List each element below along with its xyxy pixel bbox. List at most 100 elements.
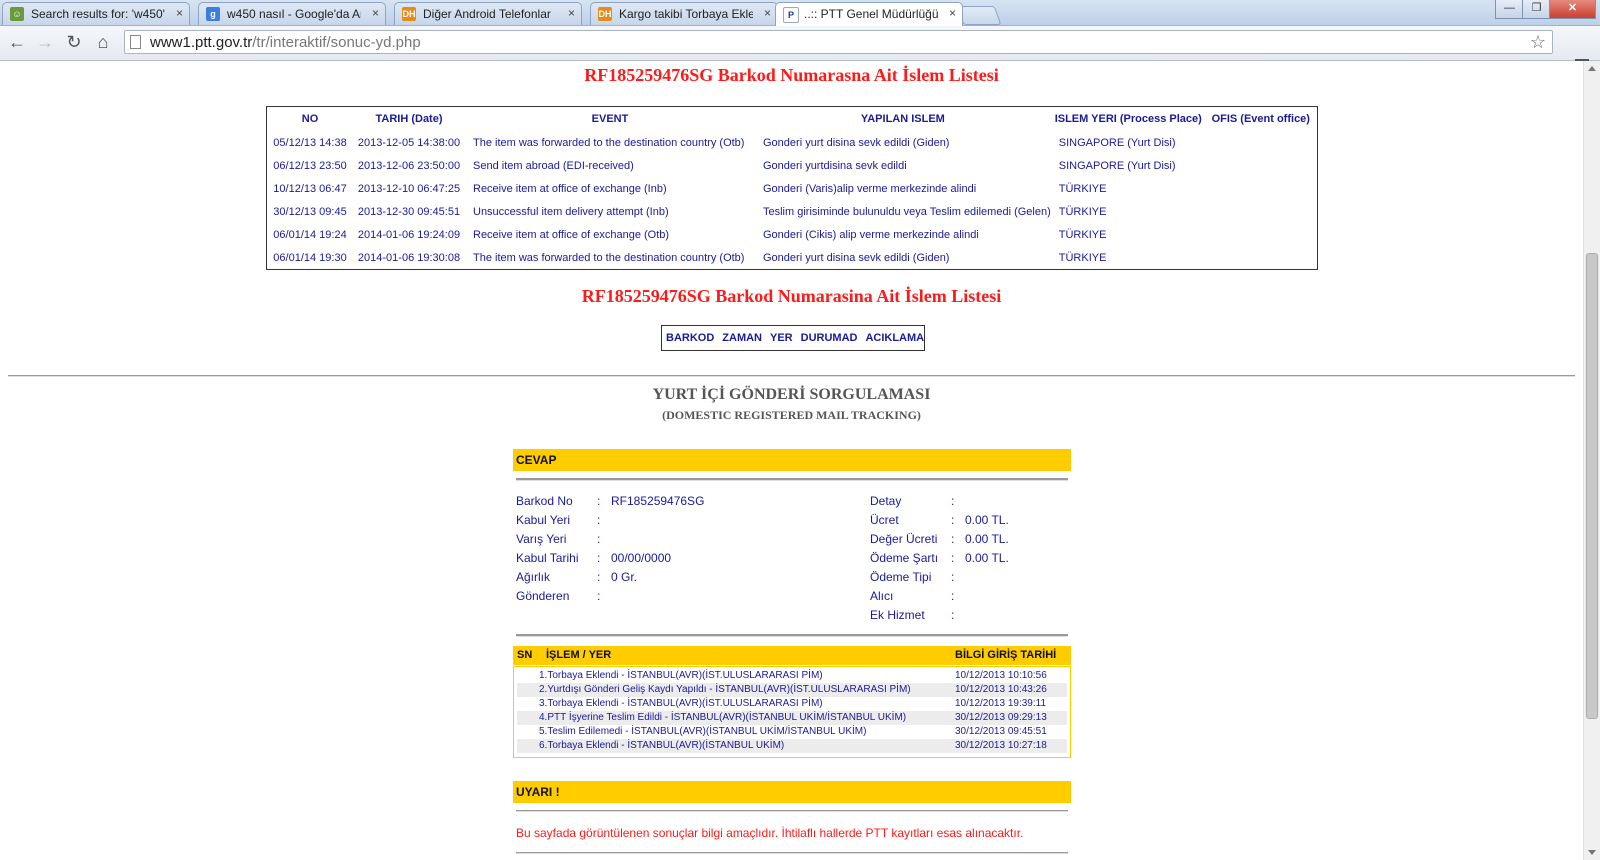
- divider: [516, 810, 1068, 812]
- link-aciklama[interactable]: ACIKLAMA: [865, 332, 924, 344]
- field-row: Alıcı:: [870, 589, 1100, 607]
- history-text: 6.Torbaya Eklendi - İSTANBUL(AVR)(İSTANB…: [539, 740, 785, 751]
- cell-event: Send item abroad (EDI-received): [473, 159, 634, 172]
- warning-text: Bu sayfada görüntülenen sonuçlar bilgi a…: [516, 826, 1024, 840]
- field-colon: :: [951, 551, 955, 565]
- field-label: Ödeme Tipi: [870, 570, 932, 584]
- col-header-date: TARIH (Date): [375, 113, 443, 125]
- bookmark-star-icon[interactable]: ☆: [1530, 32, 1546, 53]
- address-bar[interactable]: www1.ptt.gov.tr/tr/interaktif/sonuc-yd.p…: [124, 30, 1553, 54]
- back-arrow-icon[interactable]: ←: [6, 31, 28, 53]
- field-value: RF185259476SG: [611, 494, 705, 508]
- field-row: Kabul Yeri:: [516, 513, 746, 531]
- table-row: 30/12/13 09:45 2013-12-30 09:45:51 Unsucce…: [267, 200, 1316, 223]
- new-tab-button[interactable]: [956, 6, 1002, 25]
- history-date: 10/12/2013 19:39:11: [955, 698, 1047, 709]
- cell-place: TÜRKIYE: [1058, 251, 1107, 264]
- tab-android-phones[interactable]: DH Diğer Android Telefonlar ×: [394, 2, 582, 25]
- tab-google-search[interactable]: g w450 nasıl - Google'da Ara ×: [198, 2, 386, 25]
- forward-arrow-icon[interactable]: →: [34, 31, 56, 53]
- tab-close-icon[interactable]: ×: [176, 6, 183, 20]
- cell-office: [1206, 223, 1316, 246]
- cell-office: [1206, 177, 1316, 200]
- history-row: 6.Torbaya Eklendi - İSTANBUL(AVR)(İSTANB…: [517, 739, 1067, 753]
- tab-label: Kargo takibi Torbaya Eklendi: [619, 7, 753, 21]
- link-yer[interactable]: YER: [770, 332, 793, 344]
- table-row: 06/01/14 19:30 2014-01-06 19:30:08 The ite…: [267, 246, 1316, 269]
- link-zaman[interactable]: ZAMAN: [722, 332, 762, 344]
- history-text: 2.Yurtdışı Gönderi Geliş Kaydı Yapıldı -…: [539, 684, 911, 695]
- home-icon[interactable]: ⌂: [92, 31, 114, 53]
- intl-title-2: RF185259476SG Barkod Numarasina Ait İsle…: [581, 286, 1002, 306]
- tab-label: ..:: PTT Genel Müdürlüğü ::..: [804, 7, 938, 21]
- restore-button[interactable]: ❐: [1522, 0, 1551, 19]
- field-label: Ağırlık: [516, 570, 551, 584]
- field-label: Barkod No: [516, 494, 573, 508]
- cell-no: 06/01/14 19:24: [273, 228, 347, 241]
- scrollbar-thumb[interactable]: [1586, 253, 1598, 719]
- scroll-up-icon[interactable]: [1588, 66, 1596, 71]
- tab-ptt[interactable]: P ..:: PTT Genel Müdürlüğü ::.. ×: [775, 2, 963, 26]
- link-durumad[interactable]: DURUMAD: [801, 332, 858, 344]
- tab-close-icon[interactable]: ×: [568, 6, 575, 20]
- field-label: Ödeme Şartı: [870, 551, 939, 565]
- tab-close-icon[interactable]: ×: [949, 6, 956, 20]
- cell-date: 2014-01-06 19:24:09: [357, 228, 461, 241]
- tab-close-icon[interactable]: ×: [764, 6, 771, 20]
- field-row: Barkod No: RF185259476SG: [516, 494, 746, 512]
- cell-date: 2013-12-30 09:45:51: [357, 205, 461, 218]
- field-row: Gönderen:: [516, 589, 746, 607]
- tab-label: Search results for: 'w450': [31, 7, 165, 21]
- cell-office: [1206, 200, 1316, 223]
- tab-close-icon[interactable]: ×: [372, 6, 379, 20]
- url-text: www1.ptt.gov.tr/tr/interaktif/sonuc-yd.p…: [150, 34, 421, 51]
- intl-table-body: 05/12/13 14:38 2013-12-05 14:38:00 The ite…: [267, 131, 1316, 269]
- field-label: Alıcı: [870, 589, 894, 603]
- cell-islem: Gonderi (Varis)alip verme merkezinde ali…: [763, 182, 977, 195]
- col-header-office: OFIS (Event office): [1211, 113, 1310, 125]
- cevap-bar: CEVAP: [513, 449, 1071, 471]
- tab-search-results[interactable]: ☺ Search results for: 'w450' ×: [2, 2, 190, 25]
- minimize-button[interactable]: —: [1495, 0, 1524, 19]
- cell-place: TÜRKIYE: [1058, 205, 1107, 218]
- field-row: Ağırlık:0 Gr.: [516, 570, 746, 588]
- field-colon: :: [597, 532, 601, 546]
- field-colon: :: [597, 570, 601, 584]
- scroll-down-icon[interactable]: [1588, 850, 1596, 855]
- cell-date: 2013-12-10 06:47:25: [357, 182, 461, 195]
- domestic-title: YURT İÇİ GÖNDERİ SORGULAMASI: [652, 386, 931, 403]
- col-header-event: EVENT: [591, 113, 629, 125]
- col-header-islem: YAPILAN ISLEM: [860, 113, 945, 125]
- cell-place: TÜRKIYE: [1058, 228, 1107, 241]
- history-row: 2.Yurtdışı Gönderi Geliş Kaydı Yapıldı -…: [517, 683, 1067, 697]
- field-colon: :: [951, 513, 955, 527]
- history-header-tarih: BİLGİ GİRİŞ TARİHİ: [955, 649, 1057, 661]
- field-colon: :: [951, 570, 955, 584]
- cell-event: Receive item at office of exchange (Inb): [473, 182, 667, 195]
- cell-no: 30/12/13 09:45: [273, 205, 347, 218]
- link-barkod[interactable]: BARKOD: [666, 332, 714, 344]
- table-row: 06/01/14 19:24 2014-01-06 19:24:09 Receive…: [267, 223, 1316, 246]
- field-value: 0.00 TL.: [965, 513, 1009, 527]
- history-row: 5.Teslim Edilemedi - İSTANBUL(AVR)(İSTAN…: [517, 725, 1067, 739]
- history-date: 30/12/2013 10:27:18: [955, 740, 1047, 751]
- reload-icon[interactable]: ↻: [63, 31, 85, 53]
- cell-no: 06/01/14 19:30: [273, 251, 347, 264]
- field-colon: :: [951, 494, 955, 508]
- history-text: 5.Teslim Edilemedi - İSTANBUL(AVR)(İSTAN…: [539, 726, 867, 737]
- divider: [516, 852, 1068, 854]
- history-text: 1.Torbaya Eklendi - İSTANBUL(AVR)(İST.UL…: [539, 670, 823, 681]
- url-host: www1.ptt.gov.tr: [150, 34, 253, 51]
- history-header-sn: SN: [517, 649, 533, 661]
- field-value: 00/00/0000: [611, 551, 672, 565]
- window-close-button[interactable]: ✕: [1549, 0, 1596, 19]
- cell-event: Unsuccessful item delivery attempt (Inb): [473, 205, 669, 218]
- cell-office: [1206, 131, 1316, 154]
- history-header: SN İŞLEM / YER BİLGİ GİRİŞ TARİHİ: [513, 646, 1071, 665]
- cell-place: SINGAPORE (Yurt Disi): [1058, 159, 1176, 172]
- vertical-scrollbar[interactable]: [1583, 61, 1600, 860]
- cell-islem: Gonderi (Cikis) alip verme merkezinde al…: [763, 228, 979, 241]
- tab-cargo-tracking[interactable]: DH Kargo takibi Torbaya Eklendi ×: [590, 2, 778, 25]
- field-label: Kabul Yeri: [516, 513, 571, 527]
- cell-event: Receive item at office of exchange (Otb): [473, 228, 670, 241]
